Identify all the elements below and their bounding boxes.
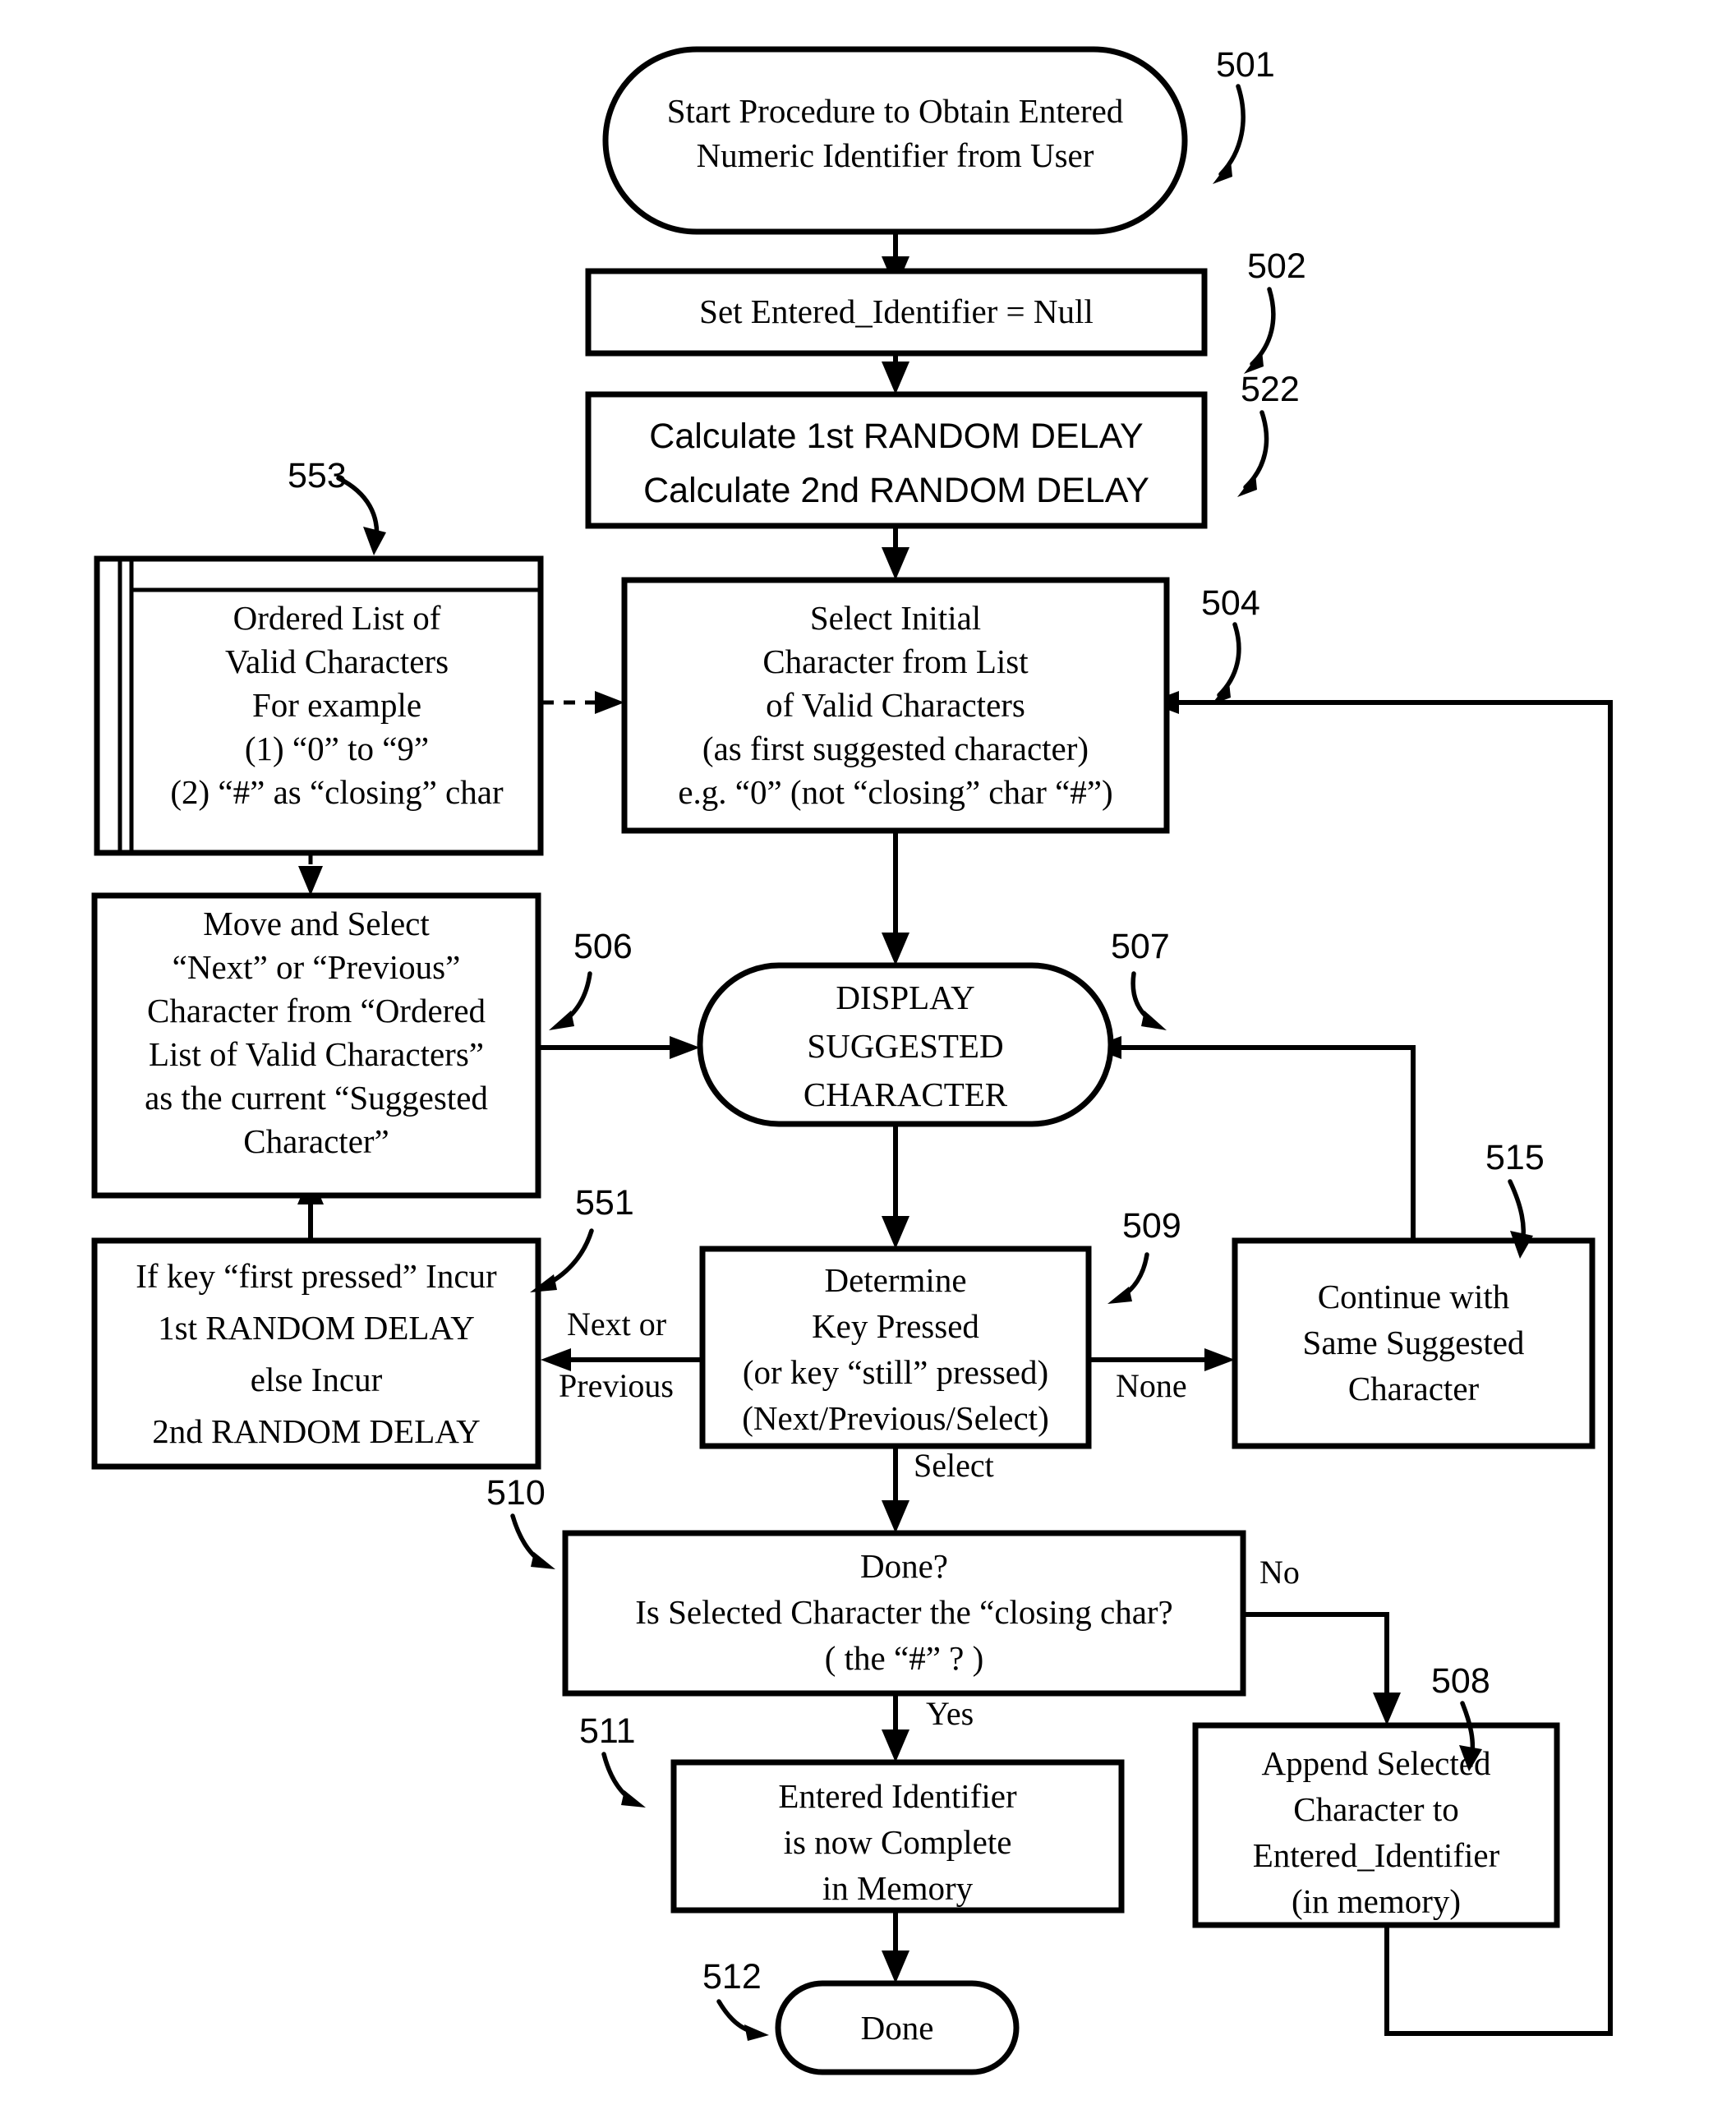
leader-512 bbox=[716, 1999, 769, 2041]
node-determine-key-label: Determine Key Pressed (or key “still” pr… bbox=[742, 1261, 1049, 1437]
figure-canvas: Start Procedure to Obtain Entered Numeri… bbox=[0, 0, 1736, 2114]
arrowhead-select-initial-display bbox=[882, 933, 909, 965]
arrowhead-complete-done-end bbox=[882, 1950, 909, 1983]
node-random-delay-label: If key “first pressed” Incur 1st RANDOM … bbox=[136, 1257, 497, 1450]
leader-506 bbox=[549, 971, 592, 1030]
node-display-label: DISPLAY SUGGESTED CHARACTER bbox=[803, 979, 1008, 1113]
node-done-end-label: Done bbox=[860, 2009, 934, 2047]
ref-number-506: 506 bbox=[573, 927, 633, 966]
leader-507 bbox=[1130, 971, 1167, 1030]
node-append-label: Append Selected Character to Entered_Ide… bbox=[1252, 1744, 1500, 1920]
arrowhead-determine-continue-same bbox=[1204, 1348, 1235, 1371]
node-start-label: Start Procedure to Obtain Entered Numeri… bbox=[666, 92, 1124, 174]
ref-number-512: 512 bbox=[702, 1957, 762, 1997]
ref-number-509: 509 bbox=[1122, 1206, 1181, 1246]
edge-label-next-or: Next or bbox=[567, 1306, 667, 1343]
arrowhead-move-select-display bbox=[670, 1036, 700, 1059]
leader-504 bbox=[1211, 622, 1241, 705]
arrowhead-calc-select-initial bbox=[882, 547, 909, 580]
edge-label-select: Select bbox=[914, 1447, 994, 1484]
edge-label-none: None bbox=[1116, 1367, 1187, 1404]
ref-number-553: 553 bbox=[288, 456, 347, 495]
node-done-check-label: Done? Is Selected Character the “closing… bbox=[635, 1547, 1173, 1677]
arrowhead-done-check-complete bbox=[882, 1729, 909, 1762]
leader-509 bbox=[1107, 1252, 1149, 1304]
edge-done-check-to-append bbox=[1241, 1612, 1389, 1707]
ref-number-508: 508 bbox=[1431, 1661, 1490, 1701]
node-continue-same-label: Continue with Same Suggested Character bbox=[1302, 1278, 1525, 1407]
arrowhead-display-determine bbox=[882, 1216, 909, 1249]
node-select-initial-label: Select Initial Character from List of Va… bbox=[678, 599, 1113, 811]
edge-label-yes: Yes bbox=[926, 1695, 974, 1732]
arrowhead-ordered-list-select-initial bbox=[595, 691, 624, 714]
arrowhead-done-check-append bbox=[1373, 1693, 1401, 1725]
leader-510 bbox=[510, 1513, 555, 1569]
edge-label-previous: Previous bbox=[559, 1367, 674, 1404]
leader-501 bbox=[1213, 84, 1246, 184]
node-complete-label: Entered Identifier is now Complete in Me… bbox=[778, 1777, 1017, 1907]
ref-number-515: 515 bbox=[1485, 1138, 1545, 1177]
arrowhead-ordered-list-move-select bbox=[298, 866, 323, 896]
leader-502 bbox=[1244, 287, 1276, 374]
node-set-null-label: Set Entered_Identifier = Null bbox=[699, 292, 1094, 330]
edge-label-no: No bbox=[1259, 1554, 1300, 1591]
ref-number-511: 511 bbox=[579, 1711, 636, 1751]
node-move-select-label: Move and Select “Next” or “Previous” Cha… bbox=[145, 905, 488, 1160]
ref-number-504: 504 bbox=[1201, 583, 1260, 623]
leader-522 bbox=[1237, 410, 1269, 497]
ref-number-510: 510 bbox=[486, 1473, 546, 1513]
node-calc-delays-label: Calculate 1st RANDOM DELAY Calculate 2nd… bbox=[643, 417, 1149, 510]
ref-number-501: 501 bbox=[1216, 45, 1275, 85]
ref-number-507: 507 bbox=[1111, 927, 1170, 966]
node-ordered-list-label: Ordered List of Valid Characters For exa… bbox=[170, 599, 504, 811]
ref-number-502: 502 bbox=[1247, 246, 1306, 286]
leader-511 bbox=[601, 1752, 646, 1808]
ref-number-551: 551 bbox=[575, 1183, 634, 1223]
arrowhead-determine-done-check bbox=[882, 1500, 909, 1533]
ref-number-522: 522 bbox=[1241, 370, 1300, 409]
arrowhead-set-null-calc bbox=[882, 362, 909, 394]
